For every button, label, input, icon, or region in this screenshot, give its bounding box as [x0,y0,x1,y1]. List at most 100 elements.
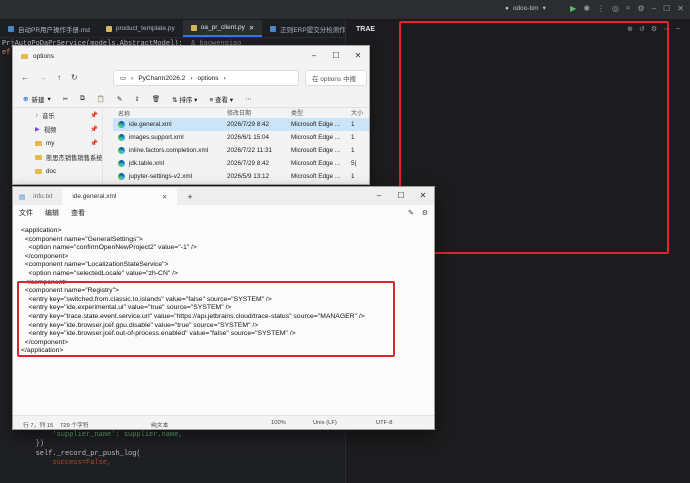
minimize-icon[interactable]: – [652,4,656,13]
chevron-right-icon: › [190,74,193,82]
chevron-right-icon: › [131,74,134,82]
scrollbar[interactable] [429,221,433,401]
minimize-icon[interactable]: – [676,25,680,33]
notepad-icon: ▤ [19,193,26,201]
breadcrumb-item[interactable]: PyCharm2026.2 [138,75,185,82]
file-row[interactable]: inline.factors.completion.xml 2026/7/22 … [113,144,369,157]
tab-label: info.txt [33,193,53,200]
sort-button[interactable]: ⇅ 排序 ▾ [172,94,197,104]
sidebar-item-my[interactable]: my 📌 [13,136,102,150]
close-icon[interactable]: ✕ [412,187,434,205]
sidebar-item-doc[interactable]: doc [13,164,102,178]
gear-icon[interactable]: ⚙ [638,4,645,13]
column-header-size[interactable]: 大小 [351,108,369,118]
notepad-status-bar: 行 7，列 15 729 个字符 纯文本 100% Unix (LF) UTF-… [13,415,434,429]
maximize-icon[interactable]: ☐ [325,46,347,66]
menu-edit[interactable]: 编辑 [45,208,59,218]
maximize-icon[interactable]: ☐ [390,187,412,205]
sort-icon: ⇅ [172,96,178,104]
sidebar-item-sales[interactable]: 熊思杰销售销售系统 [13,150,102,164]
edge-file-icon [118,134,125,141]
address-bar[interactable]: ▭ › PyCharm2026.2 › options › [113,70,299,86]
tab-label: 自动PR用户操作手册.md [18,26,90,34]
more-icon[interactable]: ⋯ [663,25,670,33]
file-row[interactable]: images.support.xml 2026/6/1 15:04 Micros… [113,131,369,144]
edge-file-icon [118,160,125,167]
debug-icon[interactable]: ✱ [583,4,590,13]
file-row[interactable]: jupyter-settings-v2.xml 2026/5/9 13:12 M… [113,170,369,183]
file-date: 2026/5/9 13:12 [227,173,270,180]
file-size: 1 [351,121,355,128]
notepad-tab-active[interactable]: ide.general.xml ✕ [62,188,178,205]
explorer-title-bar: options – ☐ ✕ [13,46,369,66]
sidebar-item-music[interactable]: ♪ 音乐 📌 [13,108,102,122]
menu-view[interactable]: 查看 [71,208,85,218]
edge-file-icon [118,173,125,180]
run-config-selector[interactable]: ● odoo-bm ▾ [505,4,546,13]
file-name: inline.factors.completion.xml [129,147,209,154]
notepad-menu: 文件 编辑 查看 ✎ ⚙ [13,205,434,221]
new-button[interactable]: ⊕ 新建 ▾ [23,94,51,104]
column-header-date[interactable]: 修改日期 [227,108,291,118]
close-icon[interactable]: ✕ [677,4,684,13]
close-icon[interactable]: ✕ [249,24,254,32]
history-icon[interactable]: ↺ [639,25,645,33]
menu-file[interactable]: 文件 [19,208,33,218]
share-icon[interactable]: ⇪ [134,95,139,103]
new-tab-button[interactable]: + [177,188,202,205]
folder-icon [35,168,42,174]
column-header-type[interactable]: 类型 [291,108,351,118]
copilot-icon[interactable]: ✎ [408,209,414,217]
editor-line: </application> [21,347,64,355]
sidebar-item-video[interactable]: ▶ 视频 📌 [13,122,102,136]
up-icon[interactable]: ↑ [57,73,61,82]
code-line: success=False, [2,459,112,467]
more-icon[interactable]: ⋯ [245,95,252,103]
run-icon[interactable]: ▶ [570,4,576,13]
back-icon[interactable]: ← [21,73,29,82]
refresh-icon[interactable]: ↻ [71,73,78,82]
close-icon[interactable]: ✕ [347,46,369,66]
close-icon[interactable]: ✕ [162,193,167,201]
markdown-icon [270,25,277,32]
file-type: Microsoft Edge ... [291,134,340,141]
minimize-icon[interactable]: – [368,187,390,205]
folder-icon [35,140,42,146]
delete-icon[interactable]: 🗑 [152,95,160,103]
view-button[interactable]: ≡ 查看 ▾ [209,94,233,104]
paste-icon[interactable]: 📋 [97,95,105,103]
copy-icon[interactable]: ⧉ [80,95,85,103]
editor-line: <application> [21,227,62,234]
search-icon[interactable]: ⌕ [626,3,630,13]
file-date: 2026/7/29 8:42 [227,121,270,128]
monitor-icon: ▭ [120,75,127,82]
gear-icon[interactable]: ⚙ [422,209,428,217]
file-row[interactable]: ide.general.xml 2026/7/29 8:42 Microsoft… [113,118,369,131]
notepad-tab[interactable]: ▤ info.txt [13,188,62,205]
folder-icon [21,53,28,59]
search-input[interactable]: 在 options 中搜 [305,70,367,86]
new-chat-icon[interactable]: ⊕ [627,25,633,33]
char-count: 729 个字符 [60,423,89,429]
column-header-name[interactable]: 名称 [113,108,227,118]
cut-icon[interactable]: ✂ [63,95,68,103]
editor-line: <entry key="ide.browser.jcef.gpu.disable… [21,321,259,329]
minimize-icon[interactable]: – [303,46,325,66]
rename-icon[interactable]: ✎ [117,95,122,103]
breadcrumb-item[interactable]: options [197,75,218,82]
explorer-sidebar: ♪ 音乐 📌 ▶ 视频 📌 my 📌 熊思杰销售销售系统 doc [13,108,103,184]
maximize-icon[interactable]: ☐ [663,4,670,13]
file-row[interactable]: jdk.table.xml 2026/7/29 8:42 Microsoft E… [113,157,369,170]
notepad-editor[interactable]: <application> <component name="GeneralSe… [13,221,434,415]
file-name: jupyter-settings-v2.xml [129,173,192,180]
view-icon: ≡ [209,96,214,104]
editor-tab[interactable]: 自动PR用户操作手册.md [0,20,98,37]
more-icon[interactable]: ⋮ [597,4,605,13]
gear-icon[interactable]: ⚙ [651,25,657,33]
editor-tab-active[interactable]: oa_pr_client.py ✕ [182,20,263,37]
forward-icon[interactable]: → [39,73,47,82]
file-name: ide.general.xml [129,121,172,128]
user-icon[interactable]: ◎ [612,4,619,13]
view-label: 查看 [215,96,229,104]
editor-tab[interactable]: product_template.py [98,20,183,37]
